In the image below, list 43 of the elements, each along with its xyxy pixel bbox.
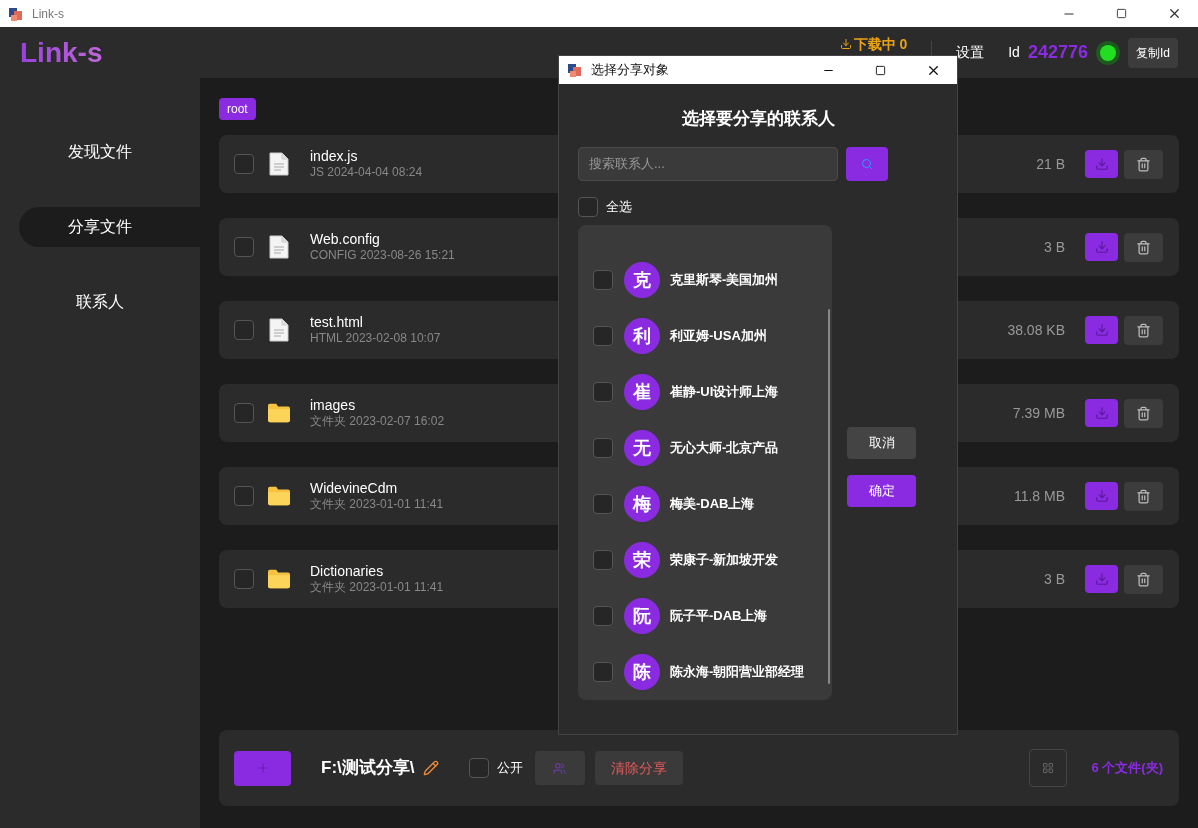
file-size: 3 B <box>1044 569 1065 589</box>
dialog-heading: 选择要分享的联系人 <box>680 108 836 130</box>
public-label: 公开 <box>496 759 523 778</box>
contact-avatar: 荣 <box>624 541 660 578</box>
contact-name: 无心大师-北京产品 <box>670 438 779 457</box>
contact-name: 克里斯琴-美国加州 <box>670 270 779 289</box>
window-title: Link-s <box>32 5 64 23</box>
file-meta: CONFIG 2023-08-26 15:21 <box>310 248 455 263</box>
file-name: Dictionaries <box>310 563 385 580</box>
file-name: Web.config <box>310 231 381 248</box>
contact-avatar: 无 <box>624 429 660 466</box>
contact-name: 陈永海-朝阳营业部经理 <box>670 662 805 681</box>
contact-name: 崔静-UI设计师上海 <box>670 382 779 401</box>
file-meta: 文件夹 2023-01-01 11:41 <box>310 580 444 595</box>
file-size: 21 B <box>1036 154 1065 174</box>
dialog-title: 选择分享对象 <box>591 61 669 80</box>
contact-avatar: 陈 <box>624 653 660 690</box>
contact-avatar: 利 <box>624 317 660 354</box>
share-path: F:\测试分享\ <box>321 757 415 780</box>
file-meta: 文件夹 2023-02-07 16:02 <box>310 414 445 429</box>
file-name: images <box>310 397 357 414</box>
contact-name: 阮子平-DAB上海 <box>670 606 768 625</box>
file-name: test.html <box>310 314 364 331</box>
file-count: 6 个文件(夹) <box>1091 759 1163 778</box>
contact-avatar: 崔 <box>624 373 660 410</box>
contact-name: 荣康子-新加坡开发 <box>670 550 779 569</box>
file-name: index.js <box>310 148 359 165</box>
file-meta: 文件夹 2023-01-01 11:41 <box>310 497 444 512</box>
contact-avatar: 阮 <box>624 597 660 634</box>
contact-avatar: 克 <box>624 261 660 298</box>
select-all-label: 全选 <box>606 197 632 216</box>
file-meta: JS 2024-04-04 08:24 <box>310 165 423 180</box>
file-size: 11.8 MB <box>1013 486 1065 506</box>
file-meta: HTML 2023-02-08 10:07 <box>310 331 441 346</box>
file-size: 3 B <box>1044 237 1065 257</box>
file-size: 7.39 MB <box>1012 403 1065 423</box>
contact-name: 梅美-DAB上海 <box>670 494 755 513</box>
contact-name: 利亚姆-USA加州 <box>670 326 767 345</box>
file-size: 38.08 KB <box>1007 320 1065 340</box>
id-label: Id <box>1008 43 1020 62</box>
contact-avatar: 梅 <box>624 485 660 522</box>
id-value: 242776 <box>1027 41 1088 64</box>
file-name: WidevineCdm <box>310 480 399 497</box>
